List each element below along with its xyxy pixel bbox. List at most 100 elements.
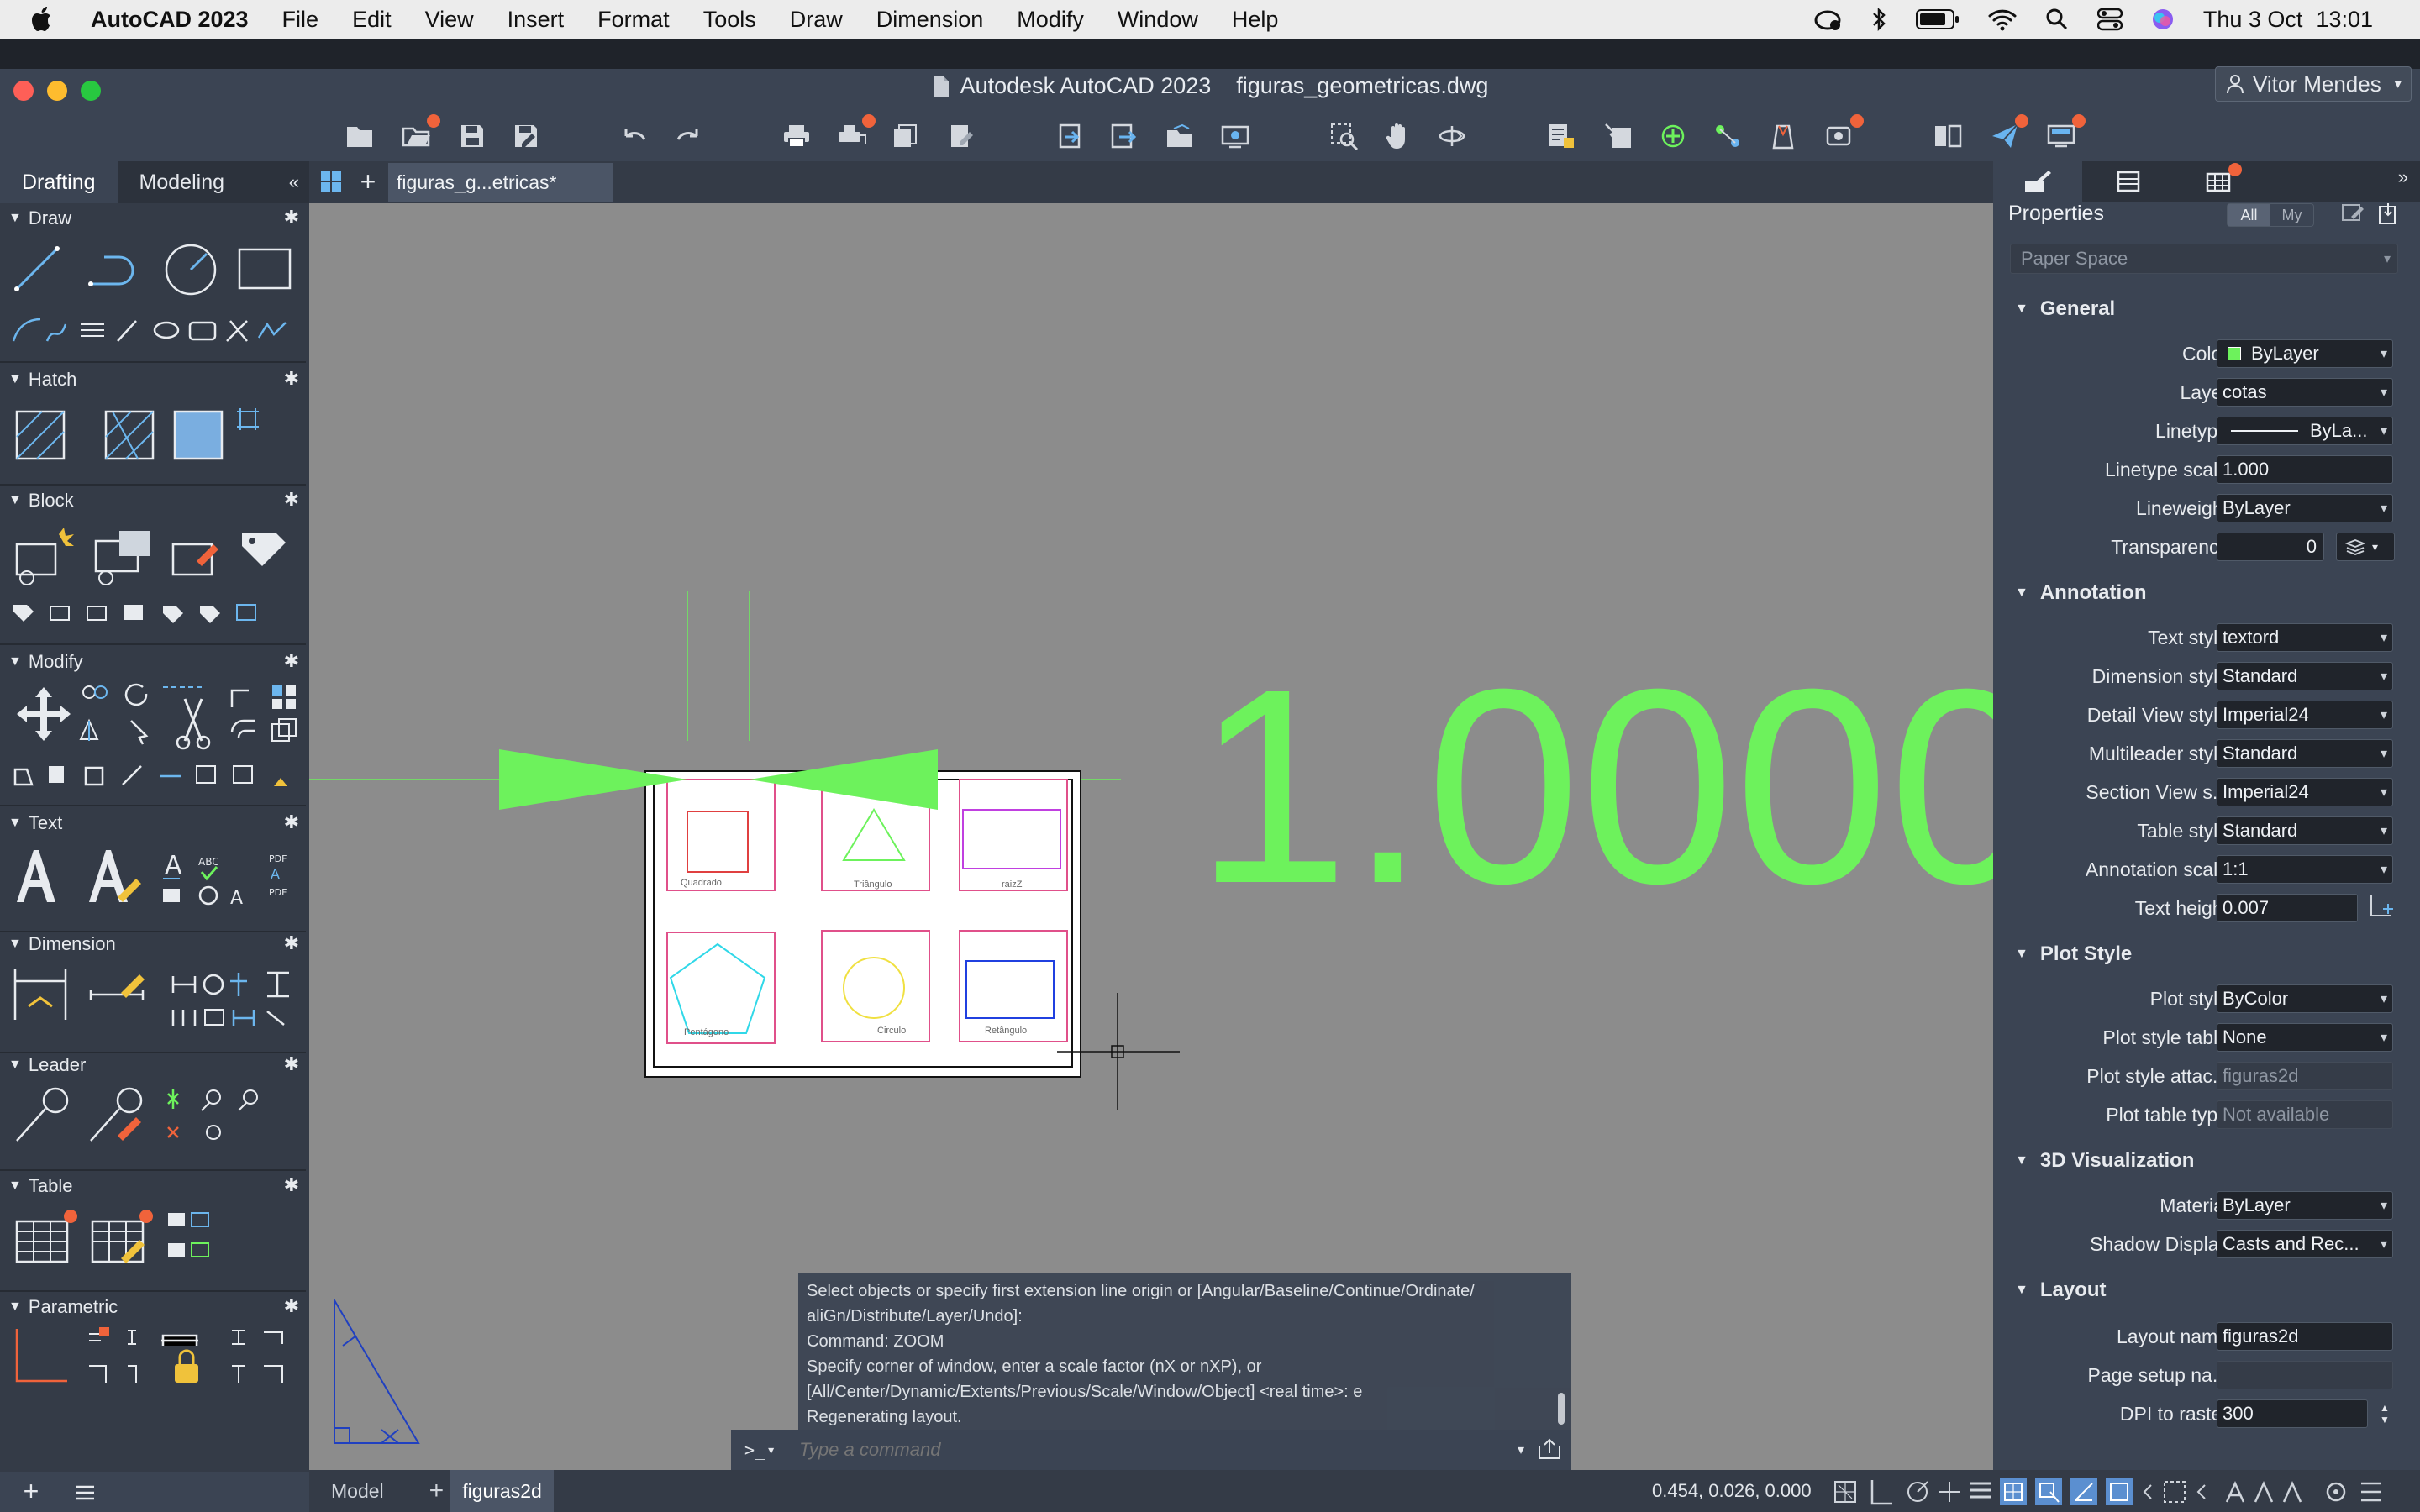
layer-properties-button[interactable] — [1543, 118, 1580, 155]
workspace-button[interactable] — [2044, 114, 2086, 155]
shadow-display-dropdown[interactable]: Casts and Rec... — [2217, 1230, 2393, 1258]
share-button[interactable] — [1986, 114, 2028, 155]
creative-cloud-icon[interactable] — [1813, 7, 1842, 32]
tab-modeling[interactable]: Modeling — [118, 161, 246, 203]
orbit-button[interactable] — [1434, 118, 1470, 155]
add-palette-button[interactable]: + — [18, 1476, 44, 1506]
publish-button[interactable] — [887, 118, 924, 155]
gear-icon[interactable]: ✱ — [284, 489, 299, 511]
annotation-scale-dropdown[interactable]: 1:1 — [2217, 855, 2393, 884]
open-file-button[interactable] — [398, 114, 440, 155]
gear-icon[interactable]: ✱ — [284, 1174, 299, 1196]
detail-view-style-dropdown[interactable]: Imperial24 — [2217, 701, 2393, 729]
hatch-tools[interactable] — [12, 403, 269, 467]
command-history-scrollbar[interactable] — [1558, 1393, 1565, 1425]
plot-style-table-dropdown[interactable]: None — [2217, 1023, 2393, 1052]
block-small-tools[interactable] — [10, 598, 262, 627]
dimension-tools[interactable] — [12, 964, 297, 1032]
match-properties-button[interactable] — [1600, 118, 1637, 155]
layout-tab-figuras2d[interactable]: figuras2d — [450, 1470, 554, 1512]
group-general[interactable]: ▼ General — [1993, 292, 2420, 326]
collapse-palette-button[interactable]: « — [279, 161, 309, 203]
menu-view[interactable]: View — [425, 7, 474, 33]
section-dimension[interactable]: ▼ Dimension ✱ — [0, 931, 306, 958]
section-modify[interactable]: ▼ Modify ✱ — [0, 648, 306, 675]
blocks-tab[interactable] — [2176, 161, 2260, 202]
gear-icon[interactable]: ✱ — [284, 207, 299, 228]
export-button[interactable] — [1106, 118, 1143, 155]
save-button[interactable] — [454, 118, 491, 155]
xref-button[interactable] — [1655, 118, 1692, 155]
text-style-dropdown[interactable]: textord — [2217, 623, 2393, 652]
plot-style-dropdown[interactable]: ByColor — [2217, 984, 2393, 1013]
selection-dropdown[interactable]: Paper Space ▾ — [2010, 244, 2398, 274]
group-annotation[interactable]: ▼ Annotation — [1993, 576, 2420, 610]
new-tab-button[interactable]: + — [353, 166, 383, 197]
gear-icon[interactable]: ✱ — [284, 1053, 299, 1075]
add-layout-button[interactable]: + — [429, 1477, 445, 1505]
pan-button[interactable] — [1380, 118, 1417, 155]
select-objects-button[interactable] — [2376, 202, 2400, 231]
color-dropdown[interactable]: ByLayer — [2217, 339, 2393, 368]
linetype-scale-input[interactable]: 1.000 — [2217, 455, 2393, 484]
siri-icon[interactable] — [2151, 8, 2175, 31]
status-toggle-icons[interactable] — [1832, 1477, 2412, 1507]
gear-icon[interactable]: ✱ — [284, 368, 299, 390]
import-button[interactable] — [1052, 118, 1089, 155]
document-tab[interactable]: figuras_g...etricas* — [388, 163, 613, 202]
draw-small-tools[interactable] — [10, 316, 296, 344]
apple-icon[interactable] — [18, 0, 67, 39]
group-layout[interactable]: ▼ Layout — [1993, 1273, 2420, 1307]
leader-tools[interactable] — [12, 1085, 264, 1149]
data-link-button[interactable] — [1709, 118, 1746, 155]
section-parametric[interactable]: ▼ Parametric ✱ — [0, 1294, 306, 1320]
layout-name-input[interactable]: figuras2d — [2217, 1322, 2393, 1351]
wifi-icon[interactable] — [1988, 8, 2017, 31]
properties-tab[interactable] — [1993, 161, 2082, 202]
undo-button[interactable] — [615, 118, 652, 155]
bluetooth-icon[interactable] — [1870, 7, 1887, 32]
circle-tool[interactable] — [163, 242, 218, 297]
control-center-icon[interactable] — [2096, 8, 2123, 31]
polyline-tool[interactable] — [87, 244, 146, 294]
group-plot-style[interactable]: ▼ Plot Style — [1993, 937, 2420, 971]
gear-icon[interactable]: ✱ — [284, 1295, 299, 1317]
spotlight-search-icon[interactable] — [2045, 8, 2069, 31]
command-recent-dropdown[interactable]: ▾ — [1518, 1441, 1524, 1458]
section-table[interactable]: ▼ Table ✱ — [0, 1173, 306, 1200]
table-tools[interactable] — [12, 1206, 230, 1273]
section-hatch[interactable]: ▼ Hatch ✱ — [0, 366, 306, 393]
section-draw[interactable]: ▼ Draw ✱ — [0, 205, 306, 232]
menu-dimension[interactable]: Dimension — [876, 7, 984, 33]
dpi-input[interactable]: 300 — [2217, 1399, 2368, 1428]
menu-insert[interactable]: Insert — [508, 7, 565, 33]
pick-text-height-button[interactable] — [2368, 894, 2395, 927]
section-view-style-dropdown[interactable]: Imperial24 — [2217, 778, 2393, 806]
menu-modify[interactable]: Modify — [1017, 7, 1084, 33]
text-tools[interactable]: A ABC PDF A A PDF — [12, 842, 297, 909]
material-dropdown[interactable]: ByLayer — [2217, 1191, 2393, 1220]
rectangle-tool[interactable] — [237, 247, 292, 292]
section-leader[interactable]: ▼ Leader ✱ — [0, 1052, 306, 1079]
command-prompt-button[interactable]: >_ — [744, 1440, 765, 1460]
compare-button[interactable] — [1929, 118, 1966, 155]
model-tab[interactable]: Model — [331, 1480, 384, 1503]
block-tools[interactable] — [12, 524, 297, 590]
layers-tab[interactable] — [2087, 161, 2171, 202]
table-style-dropdown[interactable]: Standard — [2217, 816, 2393, 845]
new-file-button[interactable] — [341, 118, 378, 155]
redo-button[interactable] — [671, 118, 708, 155]
layer-dropdown[interactable]: cotas — [2217, 378, 2393, 407]
menu-format[interactable]: Format — [597, 7, 670, 33]
dpi-stepper[interactable]: ▲ ▼ — [2375, 1399, 2395, 1428]
section-block[interactable]: ▼ Block ✱ — [0, 487, 306, 514]
group-3d-visualization[interactable]: ▼ 3D Visualization — [1993, 1144, 2420, 1178]
line-tool[interactable] — [12, 244, 62, 294]
render-button[interactable] — [1822, 114, 1864, 155]
quick-select-button[interactable] — [2341, 202, 2365, 231]
expand-panel-button[interactable]: » — [2398, 166, 2408, 188]
gear-icon[interactable]: ✱ — [284, 932, 299, 954]
multileader-style-dropdown[interactable]: Standard — [2217, 739, 2393, 768]
zoom-window-tool-button[interactable] — [1326, 118, 1363, 155]
page-setup-button[interactable] — [943, 118, 980, 155]
